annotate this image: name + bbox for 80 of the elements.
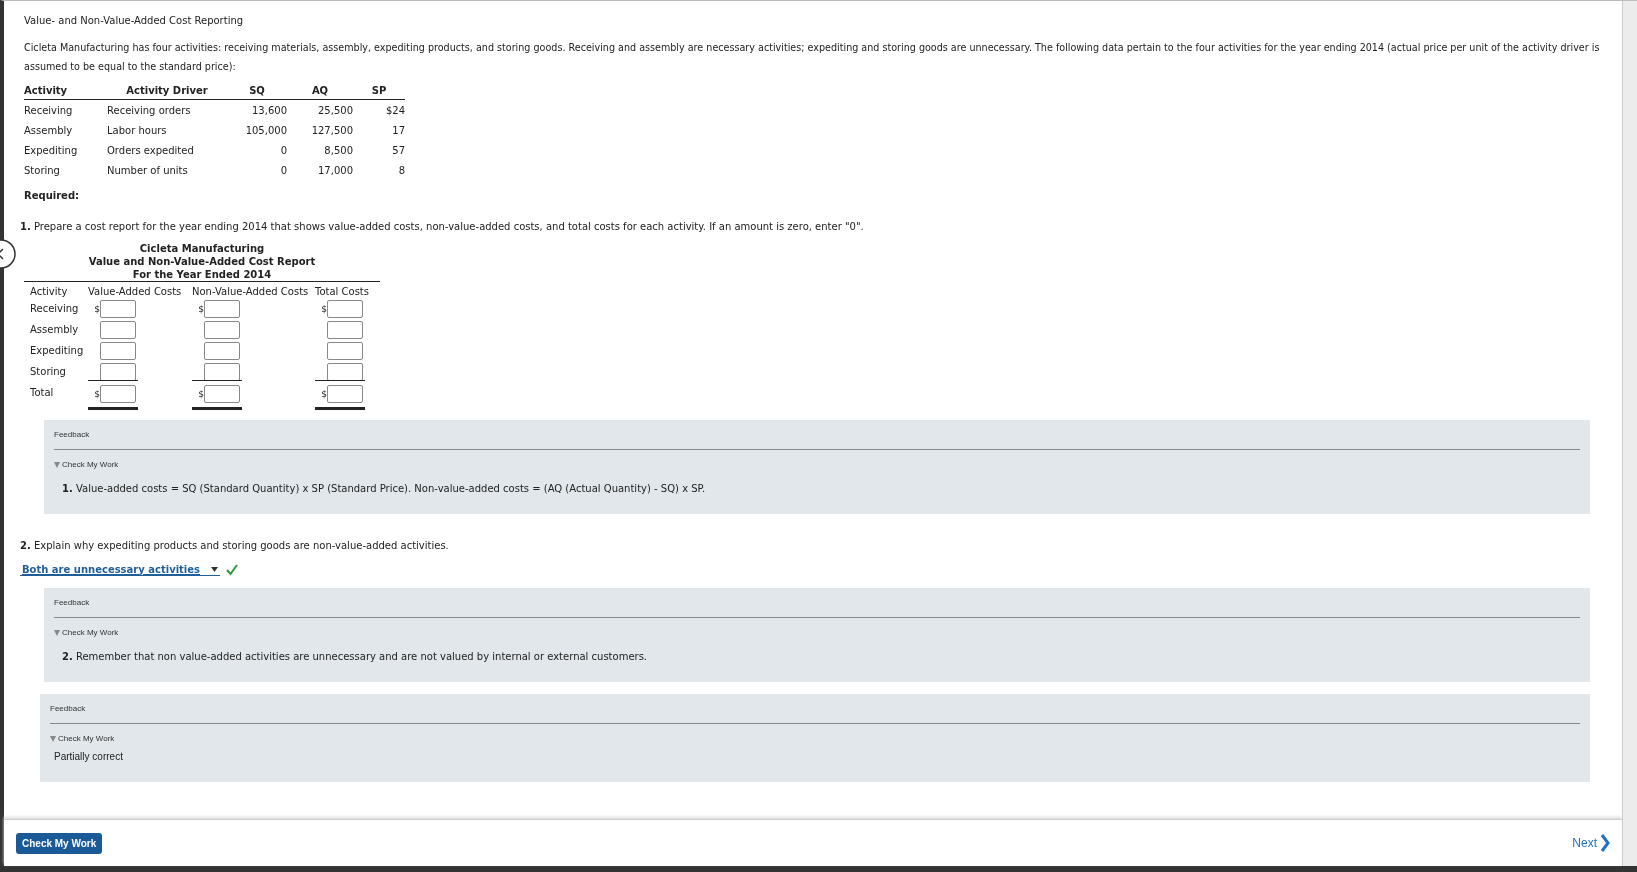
question-text: 2. Explain why expediting products and storing goods are non-value-added activities.	[20, 540, 450, 551]
amount-input[interactable]	[327, 341, 363, 360]
answer-dropdown[interactable]: Both are unnecessary activities	[20, 563, 220, 576]
amount-input[interactable]	[204, 385, 240, 403]
table-cell: 57	[392, 144, 405, 156]
amount-input[interactable]	[327, 362, 363, 381]
intro-paragraph: Cicleta Manufacturing has four activities: receiving materials, assembly, expediting products, and storing goods. Receiving and assembly are necessary activities; expediting and storing goods are unnecessary. The following data pertain to the four activities for the year ending 2014 (actual price per unit of the activity driver is assumed to be equal to the standard price):	[24, 41, 1601, 74]
page-title: Value- and Non-Value-Added Cost Reporting	[24, 15, 245, 26]
feedback-text: 2. Remember that non value-added activities are unnecessary and are not valued by internal or external customers.	[62, 651, 649, 662]
column-header: Activity	[30, 285, 68, 297]
table-cell: 17	[392, 124, 405, 136]
triangle-icon	[50, 735, 56, 742]
dollar-sign: $	[94, 303, 100, 314]
dollar-sign: $	[94, 389, 100, 399]
table-cell: 105,000	[245, 124, 287, 136]
table-cell: 8,500	[324, 144, 353, 156]
table-cell: 0	[280, 164, 287, 176]
amount-input[interactable]	[204, 341, 240, 360]
feedback-label: Feedback	[50, 704, 1580, 724]
caret-icon	[211, 566, 218, 572]
column-header: Total Costs	[315, 285, 369, 297]
row-label: Total	[30, 387, 54, 398]
triangle-icon	[54, 461, 60, 468]
column-header: SQ	[227, 82, 287, 100]
table-cell: Assembly	[24, 124, 73, 136]
check-my-work-toggle[interactable]: Check My Work	[54, 628, 119, 637]
table-cell: Receiving orders	[107, 104, 191, 116]
column-header: AQ	[287, 82, 353, 100]
chevron-right-icon	[1600, 834, 1610, 852]
row-label: Expediting	[30, 345, 84, 356]
amount-input[interactable]	[327, 320, 363, 339]
amount-input[interactable]	[204, 320, 240, 339]
column-header: Non-Value-Added Costs	[192, 285, 309, 297]
amount-input[interactable]	[204, 299, 240, 318]
table-cell: 25,500	[318, 104, 353, 116]
check-my-work-toggle[interactable]: Check My Work	[54, 460, 119, 469]
dollar-sign: $	[321, 389, 327, 399]
report-title: Value and Non-Value-Added Cost Report	[88, 256, 316, 267]
column-header: Activity Driver	[107, 82, 227, 100]
column-header: SP	[353, 82, 405, 100]
table-cell: Number of units	[107, 164, 188, 176]
row-label: Assembly	[30, 324, 79, 335]
triangle-icon	[54, 629, 60, 636]
table-cell: Receiving	[24, 104, 73, 116]
table-cell: 13,600	[252, 104, 287, 116]
row-label: Receiving	[30, 303, 79, 314]
table-cell: 8	[398, 164, 405, 176]
table-cell: Expediting	[24, 144, 78, 156]
feedback-label: Feedback	[54, 598, 1580, 618]
amount-input[interactable]	[100, 320, 136, 339]
table-cell: 17,000	[318, 164, 353, 176]
dollar-sign: $	[321, 303, 327, 314]
required-label: Required:	[24, 190, 81, 201]
column-header: Value-Added Costs	[88, 285, 182, 297]
amount-input[interactable]	[204, 362, 240, 381]
column-header: Activity	[24, 82, 107, 100]
feedback-label: Feedback	[54, 430, 1580, 450]
check-my-work-toggle[interactable]: Check My Work	[50, 734, 115, 743]
table-cell: Labor hours	[107, 124, 167, 136]
table-cell: 127,500	[311, 124, 353, 136]
table-cell: Orders expedited	[107, 144, 194, 156]
amount-input[interactable]	[100, 299, 136, 318]
feedback-text: 1. Value-added costs = SQ (Standard Quantity) x SP (Standard Price). Non-value-added costs = (AQ (Actual Quantity) - SQ) x SP.	[62, 483, 707, 494]
amount-input[interactable]	[100, 362, 136, 381]
dollar-sign: $	[198, 303, 204, 314]
amount-input[interactable]	[100, 341, 136, 360]
table-cell: $24	[385, 104, 405, 116]
question-text: 1. Prepare a cost report for the year ending 2014 that shows value-added costs, non-value-added costs, and total costs for each activity. If an amount is zero, enter "0".	[20, 221, 865, 232]
dollar-sign: $	[198, 389, 204, 399]
report-company: Cicleta Manufacturing	[139, 243, 265, 254]
row-label: Storing	[30, 366, 66, 377]
amount-input[interactable]	[327, 299, 363, 318]
check-my-work-button[interactable]: Check My Work	[16, 832, 103, 854]
feedback-status: Partially correct	[54, 751, 124, 762]
amount-input[interactable]	[100, 385, 136, 403]
next-link[interactable]: Next	[1572, 834, 1610, 852]
table-cell: 0	[280, 144, 287, 156]
table-cell: Storing	[24, 164, 60, 176]
report-period: For the Year Ended 2014	[132, 269, 272, 280]
amount-input[interactable]	[327, 385, 363, 403]
